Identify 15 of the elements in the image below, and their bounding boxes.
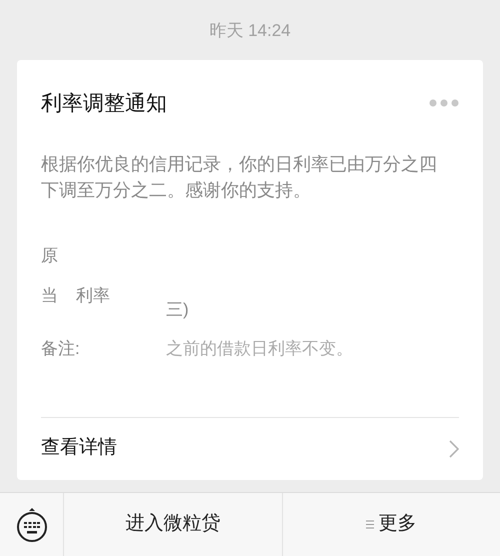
menu-button[interactable]: 进入微粒贷 — [64, 493, 282, 556]
details-link[interactable]: 查看详情 — [17, 418, 483, 480]
card-title: 利率调整通知 — [41, 90, 167, 116]
message-time: 昨天 14:24 — [209, 20, 291, 42]
field-value: 之前的借款日利率不变。 — [166, 338, 353, 360]
card-body: 根据你优良的信用记录，你的日利率已由万分之四下调至万分之二。感谢你的支持。 — [40, 153, 438, 202]
field-label: 原 — [41, 245, 58, 267]
field-label: 当 — [41, 284, 58, 306]
chevron-right-icon — [449, 440, 459, 458]
field-label: 利率 — [76, 284, 110, 306]
field-label: 备注: — [41, 338, 80, 360]
field-value: 三) — [166, 298, 189, 320]
menu-icon — [366, 520, 374, 529]
keyboard-icon[interactable] — [14, 506, 48, 542]
more-menu-button[interactable]: 更多 — [282, 493, 500, 556]
